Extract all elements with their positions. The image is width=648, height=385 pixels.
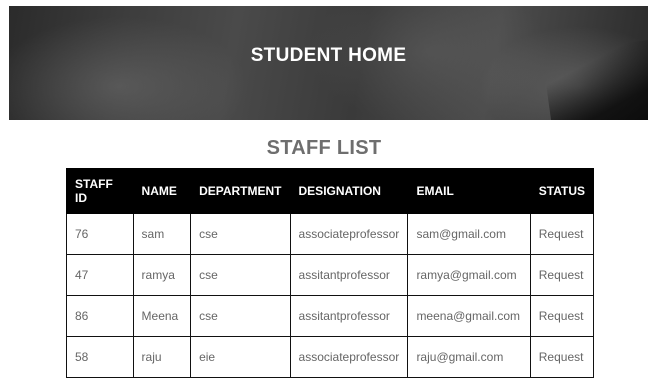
cell-email: ramya@gmail.com (407, 254, 531, 296)
table-row: 58 raju eie associateprofessor raju@gmai… (66, 336, 595, 378)
cell-name: raju (132, 336, 192, 378)
staff-list-title: STAFF LIST (266, 137, 382, 159)
column-header-designation: DESIGNATION (289, 168, 409, 214)
cell-status-request[interactable]: Request (529, 254, 595, 296)
cell-email: sam@gmail.com (407, 213, 531, 255)
cell-staff-id: 86 (66, 295, 134, 337)
table-row: 86 Meena cse assitantprofessor meena@gma… (66, 295, 595, 337)
cell-status-request[interactable]: Request (529, 336, 595, 378)
cell-department: cse (190, 213, 291, 255)
cell-designation: associateprofessor (289, 336, 409, 378)
cell-name: ramya (132, 254, 192, 296)
column-header-department: DEPARTMENT (190, 168, 291, 214)
table-header-row: STAFF ID NAME DEPARTMENT DESIGNATION EMA… (66, 168, 595, 214)
column-header-name: NAME (132, 168, 192, 214)
cell-name: Meena (132, 295, 192, 337)
column-header-staff-id: STAFF ID (66, 168, 134, 214)
cell-department: cse (190, 254, 291, 296)
cell-status-request[interactable]: Request (529, 213, 595, 255)
cell-staff-id: 76 (66, 213, 134, 255)
table-row: 47 ramya cse assitantprofessor ramya@gma… (66, 254, 595, 296)
page-title: STUDENT HOME (250, 45, 407, 66)
cell-department: eie (190, 336, 291, 378)
cell-designation: assitantprofessor (289, 254, 409, 296)
cell-staff-id: 58 (66, 336, 134, 378)
cell-department: cse (190, 295, 291, 337)
page: STUDENT HOME STAFF LIST STAFF ID NAME DE… (0, 0, 648, 385)
table-row: 76 sam cse associateprofessor sam@gmail.… (66, 213, 595, 255)
cell-name: sam (132, 213, 192, 255)
cell-designation: assitantprofessor (289, 295, 409, 337)
cell-staff-id: 47 (66, 254, 134, 296)
column-header-email: EMAIL (407, 168, 531, 214)
cell-designation: associateprofessor (289, 213, 409, 255)
staff-table: STAFF ID NAME DEPARTMENT DESIGNATION EMA… (66, 168, 595, 378)
column-header-status: STATUS (529, 168, 595, 214)
cell-email: meena@gmail.com (407, 295, 531, 337)
banner-background-blur (9, 16, 249, 120)
header-banner: STUDENT HOME (9, 6, 648, 120)
cell-status-request[interactable]: Request (529, 295, 595, 337)
cell-email: raju@gmail.com (407, 336, 531, 378)
